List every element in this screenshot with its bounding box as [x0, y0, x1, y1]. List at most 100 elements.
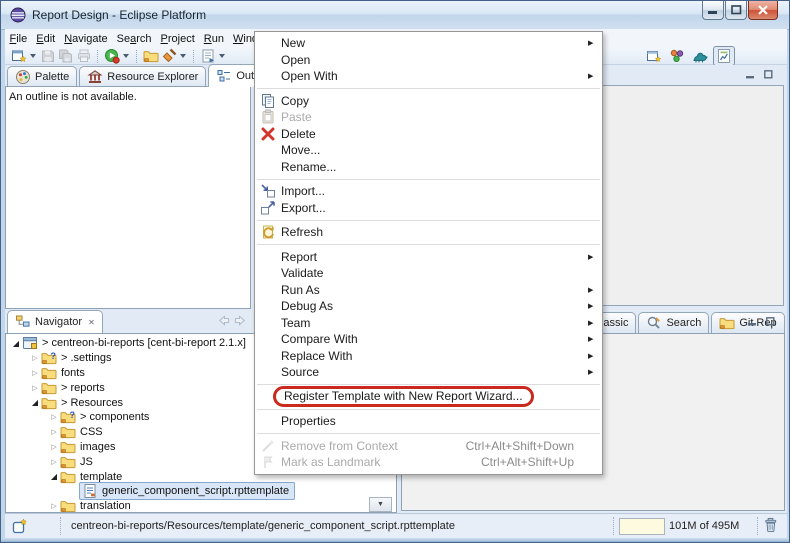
context-menu-item-open-with[interactable]: Open With▶ [255, 68, 602, 85]
minimize-panel-button[interactable] [744, 69, 757, 80]
tab-resource-explorer[interactable]: Resource Explorer [79, 66, 206, 87]
folder-icon [41, 365, 58, 381]
dropdown-arrow-icon[interactable] [219, 54, 225, 58]
context-menu-item-delete[interactable]: Delete [255, 126, 602, 143]
maximize-button[interactable] [725, 1, 747, 20]
report-design-perspective-button[interactable] [713, 46, 735, 66]
context-menu-item-export[interactable]: Export... [255, 200, 602, 217]
external-tools-icon [200, 48, 216, 64]
status-bar: centreon-bi-reports/Resources/template/g… [5, 513, 787, 539]
folder-question-icon: ? [60, 409, 77, 425]
maximize-panel-button[interactable] [762, 69, 775, 80]
folder-icon [41, 395, 58, 411]
context-menu-item-rename[interactable]: Rename... [255, 159, 602, 176]
context-menu-item-replace-with[interactable]: Replace With▶ [255, 348, 602, 365]
context-menu-item-register-template-with-new-report-wizard[interactable]: Register Template with New Report Wizard… [255, 389, 602, 406]
collapsed-arrow-icon[interactable]: ▷ [48, 458, 60, 466]
refresh-icon [255, 224, 281, 240]
menu-shortcut: Ctrl+Alt+Shift+Up [481, 455, 588, 469]
highlighter-icon [161, 48, 177, 64]
landmark-icon [255, 454, 281, 470]
context-menu-item-compare-with[interactable]: Compare With▶ [255, 331, 602, 348]
menu-item-label: Validate [281, 266, 323, 280]
context-menu-item-validate[interactable]: Validate [255, 265, 602, 282]
plugins-perspective-button[interactable] [667, 47, 687, 65]
export-icon [255, 200, 281, 216]
context-menu-item-copy[interactable]: Copy [255, 93, 602, 110]
tree-item-generic-component-script-rpttemplate[interactable]: generic_component_script.rpttemplate [6, 484, 396, 499]
dropdown-arrow-icon[interactable] [180, 54, 186, 58]
minimize-panel-button[interactable] [746, 316, 759, 327]
search-icon [646, 315, 662, 331]
delete-icon [255, 126, 281, 142]
context-menu-item-debug-as[interactable]: Debug As▶ [255, 298, 602, 315]
context-menu-item-refresh[interactable]: Refresh [255, 224, 602, 241]
context-menu-item-report[interactable]: Report▶ [255, 249, 602, 266]
open-file-button[interactable] [142, 48, 160, 65]
context-menu-item-open[interactable]: Open [255, 52, 602, 69]
context-menu-item-team[interactable]: Team▶ [255, 315, 602, 332]
import-icon [255, 183, 281, 199]
tab-navigator[interactable]: Navigator✕ [7, 310, 103, 333]
close-button[interactable] [748, 1, 778, 20]
tab-search[interactable]: Search [638, 312, 709, 333]
annotation-oval: Register Template with New Report Wizard… [273, 386, 534, 407]
expanded-arrow-icon[interactable]: ◢ [48, 472, 60, 481]
maximize-panel-button[interactable] [764, 316, 777, 327]
submenu-arrow-icon: ▶ [588, 253, 602, 261]
collapsed-arrow-icon[interactable]: ▷ [29, 354, 41, 362]
context-menu-item-run-as[interactable]: Run As▶ [255, 282, 602, 299]
expanded-arrow-icon[interactable]: ◢ [10, 339, 22, 348]
dropdown-arrow-icon[interactable] [123, 54, 129, 58]
menubar-search[interactable]: Search [112, 31, 156, 47]
tree-item-label: generic_component_script.rpttemplate [99, 485, 292, 497]
collapsed-arrow-icon[interactable]: ▷ [29, 384, 41, 392]
menu-separator [257, 384, 600, 385]
back-arrow-icon[interactable] [217, 315, 230, 326]
menu-item-label: Register Template with New Report Wizard… [284, 389, 523, 403]
menubar-edit[interactable]: Edit [32, 31, 60, 47]
run-button[interactable] [103, 48, 132, 65]
close-tab-icon[interactable]: ✕ [88, 318, 95, 327]
menubar-navigate[interactable]: Navigate [60, 31, 112, 47]
new-button[interactable] [10, 48, 39, 65]
menubar-run[interactable]: Run [199, 31, 228, 47]
scroll-down-button[interactable]: ▼ [369, 497, 392, 512]
collapsed-arrow-icon[interactable]: ▷ [29, 369, 41, 377]
toolbar-separator [97, 50, 98, 63]
minimize-button[interactable] [702, 1, 724, 20]
tab-palette[interactable]: Palette [7, 66, 77, 87]
collapsed-arrow-icon[interactable]: ▷ [48, 502, 60, 510]
git-folder-icon [719, 315, 735, 331]
tree-item-label: translation [77, 500, 134, 512]
project-icon [22, 335, 39, 351]
context-menu-item-properties[interactable]: Properties [255, 413, 602, 430]
context-menu-item-move[interactable]: Move... [255, 142, 602, 159]
garbage-collect-button[interactable] [763, 517, 779, 533]
svg-text:?: ? [70, 410, 76, 420]
dropdown-arrow-icon[interactable] [30, 54, 36, 58]
collapsed-arrow-icon[interactable]: ▷ [48, 443, 60, 451]
tree-item-label: CSS [77, 426, 106, 438]
external-tools-button[interactable] [199, 48, 228, 65]
bank-icon [87, 69, 103, 85]
folder-icon [60, 498, 77, 513]
new-wizard-icon [11, 48, 27, 64]
editor-presentation-icon [12, 518, 28, 534]
tree-item-translation[interactable]: ▷ translation [6, 499, 396, 513]
expanded-arrow-icon[interactable]: ◢ [29, 398, 41, 407]
collapsed-arrow-icon[interactable]: ▷ [48, 413, 60, 421]
highlighter-button[interactable] [160, 48, 189, 65]
context-menu-item-new[interactable]: New▶ [255, 35, 602, 52]
menubar-file[interactable]: File [5, 31, 32, 47]
submenu-arrow-icon: ▶ [588, 286, 602, 294]
forward-arrow-icon[interactable] [234, 315, 247, 326]
context-menu-item-source[interactable]: Source▶ [255, 364, 602, 381]
new-perspective-button[interactable] [644, 47, 664, 65]
collapsed-arrow-icon[interactable]: ▷ [48, 428, 60, 436]
palette-icon [15, 69, 31, 85]
menubar-project[interactable]: Project [156, 31, 199, 47]
context-menu-item-import[interactable]: Import... [255, 183, 602, 200]
camel-perspective-button[interactable] [690, 47, 710, 65]
context-menu-item-paste: Paste [255, 109, 602, 126]
